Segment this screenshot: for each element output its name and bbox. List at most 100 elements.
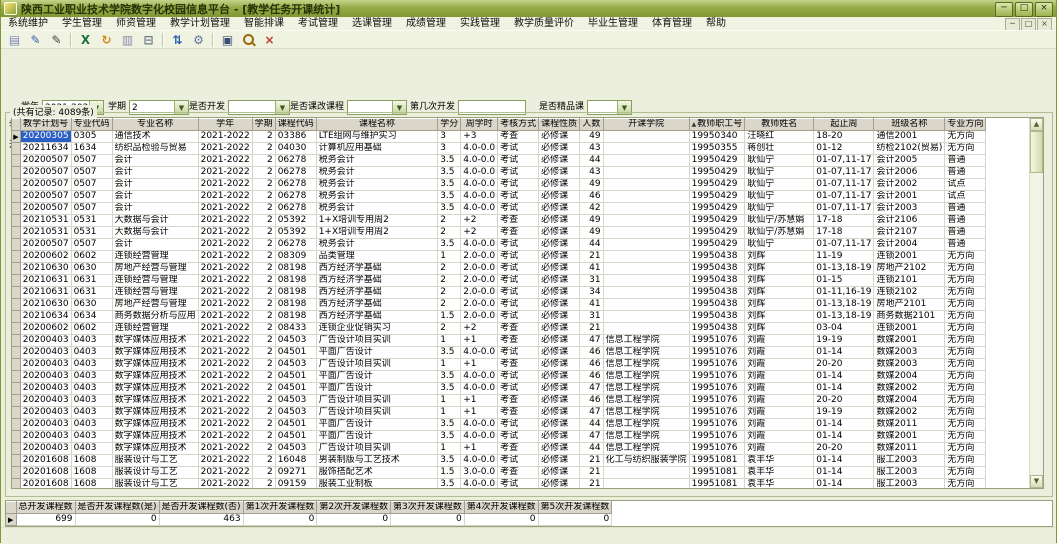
grid-cell[interactable]: 数字媒体应用技术 bbox=[112, 395, 198, 407]
grid-cell[interactable]: 刘辉 bbox=[745, 299, 814, 311]
grid-cell[interactable]: 无方向 bbox=[945, 455, 986, 467]
grid-cell[interactable]: 会计2002 bbox=[874, 179, 945, 191]
grid-cell[interactable]: 考查 bbox=[498, 227, 539, 239]
grid-cell[interactable]: 2 bbox=[252, 443, 275, 455]
grid-cell[interactable]: 无方向 bbox=[945, 287, 986, 299]
grid-cell[interactable]: 考查 bbox=[498, 395, 539, 407]
grid-cell[interactable]: 19950429 bbox=[689, 239, 745, 251]
grid-cell[interactable]: 49 bbox=[580, 227, 603, 239]
grid-cell[interactable]: 考试 bbox=[498, 143, 539, 155]
grid-cell[interactable]: 3.5 bbox=[438, 371, 461, 383]
grid-cell[interactable]: 数字媒体应用技术 bbox=[112, 407, 198, 419]
grid-cell[interactable]: 2 bbox=[252, 227, 275, 239]
grid-cell[interactable]: 3.5 bbox=[438, 239, 461, 251]
grid-cell[interactable]: 1 bbox=[438, 251, 461, 263]
grid-cell[interactable]: 1 bbox=[438, 335, 461, 347]
menu-item[interactable]: 教学计划管理 bbox=[163, 17, 237, 30]
grid-cell[interactable]: 纺织品检验与贸易 bbox=[112, 143, 198, 155]
grid-cell[interactable]: 3 bbox=[438, 143, 461, 155]
grid-cell[interactable]: 20210631 bbox=[20, 275, 71, 287]
row-selector[interactable]: ▶ bbox=[12, 131, 20, 143]
grid-cell[interactable]: 服饰搭配艺术 bbox=[316, 467, 438, 479]
grid-cell[interactable]: 4.0-0.0 bbox=[461, 179, 498, 191]
grid-cell[interactable]: 刘辉 bbox=[745, 275, 814, 287]
grid-cell[interactable]: 2021-2022 bbox=[198, 215, 252, 227]
row-selector[interactable] bbox=[12, 347, 20, 359]
grid-cell[interactable]: 2 bbox=[252, 239, 275, 251]
grid-cell[interactable]: 01-14 bbox=[814, 383, 874, 395]
grid-cell[interactable]: 考试 bbox=[498, 179, 539, 191]
grid-cell[interactable]: +1 bbox=[461, 395, 498, 407]
grid-cell[interactable]: 4.0-0.0 bbox=[461, 167, 498, 179]
grid-cell[interactable]: 04501 bbox=[275, 419, 316, 431]
grid-cell[interactable]: 20200507 bbox=[20, 179, 71, 191]
grid-cell[interactable]: 08198 bbox=[275, 311, 316, 323]
grid-cell[interactable]: 49 bbox=[580, 179, 603, 191]
grid-cell[interactable]: 19950429 bbox=[689, 179, 745, 191]
grid-cell[interactable] bbox=[603, 131, 689, 143]
grid-cell[interactable]: 数媒2003 bbox=[874, 347, 945, 359]
grid-cell[interactable]: 通信技术 bbox=[112, 131, 198, 143]
grid-cell[interactable]: 必修课 bbox=[539, 131, 580, 143]
grid-cell[interactable]: 4.0-0.0 bbox=[461, 347, 498, 359]
grid-cell[interactable]: 20200602 bbox=[20, 251, 71, 263]
row-selector[interactable] bbox=[12, 467, 20, 479]
grid-cell[interactable]: 03386 bbox=[275, 131, 316, 143]
grid-cell[interactable]: 01-13,18-19 bbox=[814, 311, 874, 323]
grid-cell[interactable]: 数媒2011 bbox=[874, 443, 945, 455]
grid-cell[interactable]: 蒋创壮 bbox=[745, 143, 814, 155]
grid-cell[interactable]: 考试 bbox=[498, 167, 539, 179]
grid-cell[interactable]: 1 bbox=[438, 395, 461, 407]
grid-cell[interactable]: 2 bbox=[438, 287, 461, 299]
grid-cell[interactable]: 广告设计项目实训 bbox=[316, 359, 438, 371]
grid-cell[interactable]: 0403 bbox=[71, 443, 112, 455]
grid-cell[interactable]: 2021-2022 bbox=[198, 431, 252, 443]
scroll-up-button[interactable]: ▲ bbox=[1030, 118, 1043, 131]
grid-cell[interactable] bbox=[603, 263, 689, 275]
grid-cell[interactable]: 2021-2022 bbox=[198, 179, 252, 191]
grid-cell[interactable]: 31 bbox=[580, 311, 603, 323]
grid-cell[interactable]: 20210630 bbox=[20, 263, 71, 275]
grid-cell[interactable]: 2021-2022 bbox=[198, 203, 252, 215]
grid-cell[interactable]: 2 bbox=[252, 347, 275, 359]
grid-cell[interactable]: 耿仙宁/苏慧娟 bbox=[745, 227, 814, 239]
grid-cell[interactable]: 房地产经营与管理 bbox=[112, 299, 198, 311]
grid-cell[interactable]: 20200403 bbox=[20, 359, 71, 371]
grid-cell[interactable] bbox=[603, 191, 689, 203]
grid-cell[interactable]: 4.0-0.0 bbox=[461, 431, 498, 443]
grid-cell[interactable]: 3.5 bbox=[438, 419, 461, 431]
menu-item[interactable]: 师资管理 bbox=[109, 17, 163, 30]
grid-cell[interactable]: 21 bbox=[580, 251, 603, 263]
grid-cell[interactable]: 无方向 bbox=[945, 371, 986, 383]
grid-cell[interactable]: 税务会计 bbox=[316, 179, 438, 191]
minimize-button[interactable]: ─ bbox=[995, 2, 1013, 17]
grid-cell[interactable]: 3.5 bbox=[438, 155, 461, 167]
grid-cell[interactable]: 0602 bbox=[71, 251, 112, 263]
grid-cell[interactable]: 41 bbox=[580, 263, 603, 275]
row-selector[interactable] bbox=[12, 455, 20, 467]
grid-cell[interactable]: 2.0-0.0 bbox=[461, 311, 498, 323]
grid-cell[interactable]: 20210531 bbox=[20, 215, 71, 227]
grid-cell[interactable]: 普通 bbox=[945, 167, 986, 179]
grid-cell[interactable]: +2 bbox=[461, 323, 498, 335]
grid-cell[interactable]: +1 bbox=[461, 443, 498, 455]
grid-cell[interactable]: 05392 bbox=[275, 215, 316, 227]
grid-cell[interactable]: 考试 bbox=[498, 383, 539, 395]
grid-cell[interactable]: 考试 bbox=[498, 419, 539, 431]
grid-cell[interactable]: +2 bbox=[461, 227, 498, 239]
grid-cell[interactable]: 2021-2022 bbox=[198, 155, 252, 167]
grid-cell[interactable]: 01-14 bbox=[814, 455, 874, 467]
grid-cell[interactable]: 4.0-0.0 bbox=[461, 419, 498, 431]
grid-cell[interactable]: 信息工程学院 bbox=[603, 431, 689, 443]
grid-cell[interactable]: 必修课 bbox=[539, 191, 580, 203]
grid-cell[interactable]: 4.0-0.0 bbox=[461, 455, 498, 467]
print-icon-button[interactable]: ⊟ bbox=[138, 31, 159, 48]
grid-cell[interactable]: 必修课 bbox=[539, 455, 580, 467]
grid-cell[interactable]: 16048 bbox=[275, 455, 316, 467]
grid-cell[interactable]: 2 bbox=[252, 179, 275, 191]
grid-cell[interactable]: 无方向 bbox=[945, 431, 986, 443]
grid-cell[interactable]: 连锁2001 bbox=[874, 323, 945, 335]
grid-cell[interactable]: +2 bbox=[461, 215, 498, 227]
excel-export-icon-button[interactable]: X bbox=[75, 31, 96, 48]
grid-cell[interactable]: 2 bbox=[252, 383, 275, 395]
